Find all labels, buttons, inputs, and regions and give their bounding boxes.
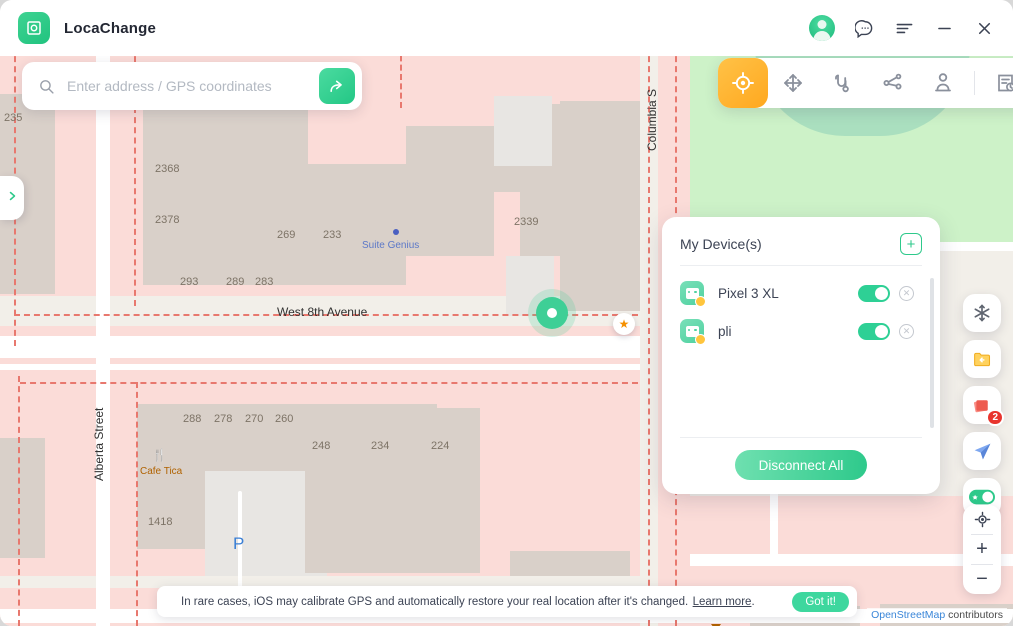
my-devices-panel: My Device(s) + Pixel 3 XL ✕ pli ✕ Discon… xyxy=(662,217,940,494)
device-panel-footer: Disconnect All xyxy=(662,437,940,494)
add-device-button[interactable]: + xyxy=(900,233,922,255)
gps-notice-bar: In rare cases, iOS may calibrate GPS and… xyxy=(157,586,857,617)
app-window: 235 2368 2378 269 233 2339 293 289 283 2… xyxy=(0,0,1013,626)
device-panel-title: My Device(s) xyxy=(680,236,762,252)
two-spot-move-mode-button[interactable] xyxy=(768,58,818,108)
locate-me-icon[interactable] xyxy=(963,505,1001,534)
learn-more-link[interactable]: Learn more xyxy=(693,596,752,608)
title-bar: LocaChange xyxy=(0,0,1013,56)
close-icon[interactable] xyxy=(973,17,995,39)
sidebar-expand-handle[interactable] xyxy=(0,176,24,220)
share-location-button[interactable] xyxy=(963,432,1001,470)
hamburger-menu-icon[interactable] xyxy=(893,17,915,39)
zoom-controls: + − xyxy=(963,505,1001,594)
minimize-icon[interactable] xyxy=(933,17,955,39)
favorites-badge: 2 xyxy=(986,409,1004,426)
user-avatar[interactable] xyxy=(809,15,835,41)
window-controls xyxy=(809,15,995,41)
app-title: LocaChange xyxy=(64,19,157,37)
multi-spot-route-mode-button[interactable] xyxy=(818,58,868,108)
remove-device-icon[interactable]: ✕ xyxy=(899,323,914,339)
teleport-mode-button[interactable] xyxy=(718,58,768,108)
notice-period: . xyxy=(751,595,755,608)
suite-genius-dot-icon xyxy=(393,229,399,235)
device-toggle[interactable] xyxy=(858,284,890,302)
device-list: Pixel 3 XL ✕ pli ✕ xyxy=(662,266,940,437)
remove-device-icon[interactable]: ✕ xyxy=(899,285,914,301)
cooldown-timer-button[interactable] xyxy=(963,294,1001,332)
device-list-scrollbar[interactable] xyxy=(930,278,934,428)
search-icon xyxy=(38,78,55,95)
device-name: Pixel 3 XL xyxy=(718,285,779,301)
search-input[interactable] xyxy=(67,78,319,94)
zoom-out-button[interactable]: − xyxy=(963,565,1001,594)
poi-label-cafe-tica: Cafe Tica xyxy=(140,466,183,477)
device-name: pli xyxy=(718,323,732,339)
poi-label-suite-genius: Suite Genius xyxy=(362,240,420,251)
zoom-in-button[interactable]: + xyxy=(963,535,1001,564)
star-favorite-icon[interactable]: ★ xyxy=(613,313,635,335)
device-row[interactable]: pli ✕ xyxy=(680,314,930,348)
phone-location-icon xyxy=(680,319,706,345)
mode-toolbar xyxy=(718,58,1013,108)
restaurant-fork-knife-icon: 🍴 xyxy=(152,448,167,462)
device-toggle[interactable] xyxy=(858,322,890,340)
right-tool-stack: 2 xyxy=(963,294,1004,516)
search-bar xyxy=(22,62,362,110)
got-it-button[interactable]: Got it! xyxy=(792,591,849,612)
location-dot xyxy=(536,297,568,329)
current-location-marker[interactable] xyxy=(528,289,576,337)
map-attribution: OpenStreetMap contributors xyxy=(867,608,1007,622)
openstreetmap-link[interactable]: OpenStreetMap xyxy=(871,609,945,621)
attribution-suffix: contributors xyxy=(945,609,1003,621)
favorites-collection-button[interactable]: 2 xyxy=(963,386,1004,426)
joystick-mode-button[interactable] xyxy=(918,58,968,108)
toolbar-divider xyxy=(974,71,975,95)
locachange-logo-icon xyxy=(18,12,50,44)
device-footer-divider xyxy=(680,437,922,438)
multi-stop-route-mode-button[interactable] xyxy=(868,58,918,108)
history-record-button[interactable] xyxy=(981,58,1013,108)
device-panel-header: My Device(s) + xyxy=(662,217,940,265)
chevron-right-icon xyxy=(6,189,18,207)
parking-p-icon: P xyxy=(233,534,245,553)
notice-text: In rare cases, iOS may calibrate GPS and… xyxy=(181,595,689,608)
chat-bubble-icon[interactable] xyxy=(853,17,875,39)
import-gpx-button[interactable] xyxy=(963,340,1001,378)
phone-location-icon xyxy=(680,281,706,307)
disconnect-all-button[interactable]: Disconnect All xyxy=(735,450,867,480)
search-go-button[interactable] xyxy=(319,68,355,104)
device-row[interactable]: Pixel 3 XL ✕ xyxy=(680,276,930,310)
